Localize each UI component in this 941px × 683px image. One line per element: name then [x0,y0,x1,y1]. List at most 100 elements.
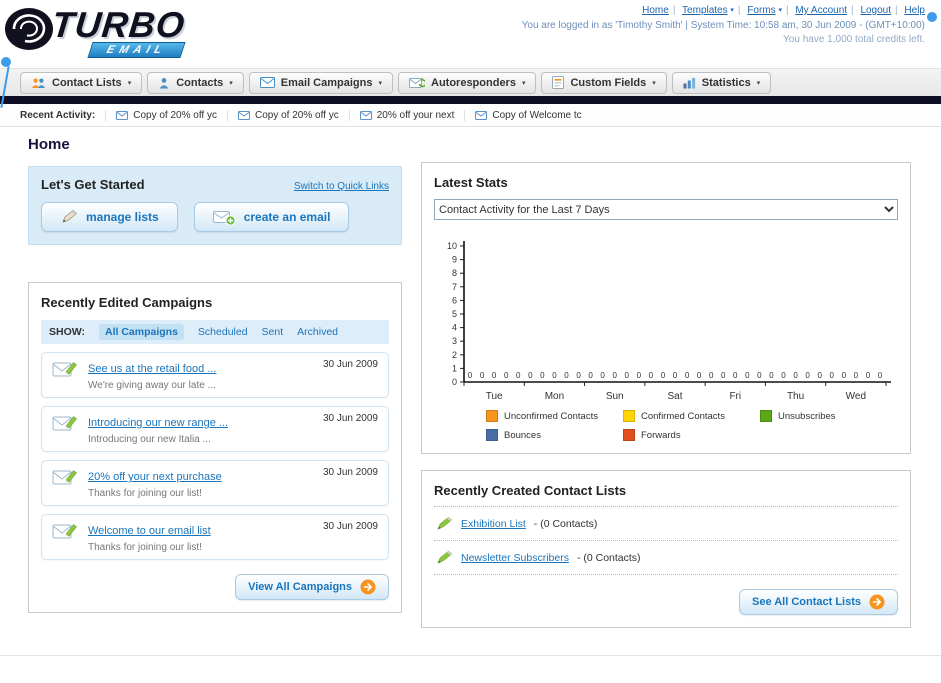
legend-swatch [623,410,635,422]
chevron-down-icon: ▾ [778,7,782,14]
footer-divider [0,655,941,656]
filter-tab-scheduled[interactable]: Scheduled [198,326,248,338]
contact-list-item[interactable]: Newsletter Subscribers - (0 Contacts) [434,541,898,575]
chevron-down-icon: ▾ [652,79,656,87]
chart-value-label: 0 [842,371,847,380]
latest-stats-panel: Latest Stats Contact Activity for the La… [421,162,911,454]
campaign-list-item[interactable]: Introducing our new range ... Introducin… [41,406,389,452]
credits-info: You have 1,000 total credits left. [783,34,925,45]
campaign-list-item[interactable]: 20% off your next purchase Thanks for jo… [41,460,389,506]
contact-list-count: - (0 Contacts) [576,551,641,564]
statistics-icon [683,77,695,88]
filter-tab-all-campaigns[interactable]: All Campaigns [98,324,184,340]
envelope-icon [116,110,129,120]
recent-activity-text: Copy of Welcome tc [492,109,582,121]
manage-lists-button[interactable]: manage lists [41,202,178,232]
chart-value-label: 0 [757,371,762,380]
custom-fields-icon [552,76,565,89]
chart-value-label: 0 [480,371,485,380]
recent-activity-bar: Recent Activity: Copy of 20% off yc Copy… [0,104,941,127]
y-tick-label: 5 [452,309,457,319]
campaign-title-link[interactable]: Introducing our new range ... [88,417,228,429]
tab-statistics[interactable]: Statistics ▾ [671,71,772,94]
see-all-contact-lists-label: See All Contact Lists [751,596,861,608]
view-all-campaigns-button[interactable]: View All Campaigns [235,574,389,600]
y-tick-label: 0 [452,377,457,387]
chart-value-label: 0 [564,371,569,380]
get-started-title: Let's Get Started [41,177,145,192]
chart-value-label: 0 [540,371,545,380]
see-all-contact-lists-button[interactable]: See All Contact Lists [738,589,898,615]
chart-value-label: 0 [781,371,786,380]
nav-link-help[interactable]: Help [904,5,925,16]
recent-activity-item[interactable]: Copy of Welcome tc [464,109,591,121]
legend-item: Unconfirmed Contacts [486,410,623,422]
recent-activity-item[interactable]: Copy of 20% off yc [226,109,349,121]
create-email-button[interactable]: create an email [193,202,350,232]
tab-label: Statistics [701,76,751,89]
chevron-down-icon: ▾ [229,79,233,87]
recent-contact-lists-panel: Recently Created Contact Lists Exhibitio… [421,470,911,628]
contact-list-item[interactable]: Exhibition List - (0 Contacts) [434,507,898,541]
view-all-campaigns-label: View All Campaigns [248,581,352,593]
pencil-icon [437,550,453,564]
logo-swirl-icon [5,8,53,50]
nav-link-home[interactable]: Home [642,5,669,16]
chart-category-label: Sat [667,391,682,402]
contact-activity-chart: 012345678910Tue0 0 0 0 0Mon0 0 0 0 0Sun0 0 0 0 0Sat0… [447,241,891,402]
recent-activity-item[interactable]: Copy of 20% off yc [105,109,227,121]
chart-value-label: 0 [492,371,497,380]
chevron-down-icon: ▾ [730,7,734,14]
chart-category-label: Wed [846,391,866,402]
tab-autoresponders[interactable]: Autoresponders ▾ [398,71,537,94]
filter-tab-sent[interactable]: Sent [262,326,284,338]
legend-label: Bounces [504,429,541,441]
campaign-list-item[interactable]: Welcome to our email list Thanks for joi… [41,514,389,560]
nav-link-forms[interactable]: Forms [747,5,775,16]
recent-activity-text: Copy of 20% off yc [133,109,217,121]
tab-contact-lists[interactable]: Contact Lists ▾ [20,71,143,94]
envelope-icon [359,110,372,120]
y-tick-label: 9 [452,255,457,265]
campaign-date: 30 Jun 2009 [322,413,378,424]
create-email-label: create an email [243,210,331,224]
chart-value-label: 0 [745,371,750,380]
tab-email-campaigns[interactable]: Email Campaigns ▾ [248,71,393,94]
recent-activity-text: 20% off your next [376,109,455,121]
campaign-title-link[interactable]: 20% off your next purchase [88,471,222,483]
manage-lists-label: manage lists [86,210,159,224]
campaign-subtitle: We're giving away our late ... [88,380,216,391]
y-tick-label: 3 [452,336,457,346]
chart-category-label: Fri [729,391,741,402]
tab-contacts[interactable]: Contacts ▾ [147,71,244,94]
chart-value-label: 0 [697,371,702,380]
filter-tab-archived[interactable]: Archived [297,326,338,338]
nav-link-templates[interactable]: Templates [682,5,728,16]
campaign-subtitle: Introducing our new Italia ... [88,434,211,445]
recent-activity-item[interactable]: 20% off your next [348,109,465,121]
contact-list-link[interactable]: Exhibition List [461,518,526,530]
stats-period-select[interactable]: Contact Activity for the Last 7 Days [434,199,898,220]
chart-value-label: 0 [866,371,871,380]
nav-link-my-account[interactable]: My Account [795,5,847,16]
contact-list-link[interactable]: Newsletter Subscribers [461,552,569,564]
legend-swatch [486,429,498,441]
chart-value-label: 0 [709,371,714,380]
contact-lists-title: Recently Created Contact Lists [434,483,898,507]
show-label: SHOW: [49,326,85,338]
y-tick-label: 4 [452,323,457,333]
contact-lists-icon [32,78,45,88]
legend-item: Bounces [486,429,623,441]
pencil-icon [62,210,78,223]
campaign-date: 30 Jun 2009 [322,359,378,370]
switch-quick-links[interactable]: Switch to Quick Links [294,181,389,192]
tab-custom-fields[interactable]: Custom Fields ▾ [541,71,667,94]
nav-link-logout[interactable]: Logout [860,5,891,16]
campaign-title-link[interactable]: See us at the retail food ... [88,363,216,375]
y-tick-label: 6 [452,295,457,305]
tab-label: Custom Fields [570,76,647,89]
right-column: Latest Stats Contact Activity for the La… [421,162,911,628]
campaign-list-item[interactable]: See us at the retail food ... We're givi… [41,352,389,398]
campaign-title-link[interactable]: Welcome to our email list [88,525,211,537]
envelope-icon [475,110,488,120]
